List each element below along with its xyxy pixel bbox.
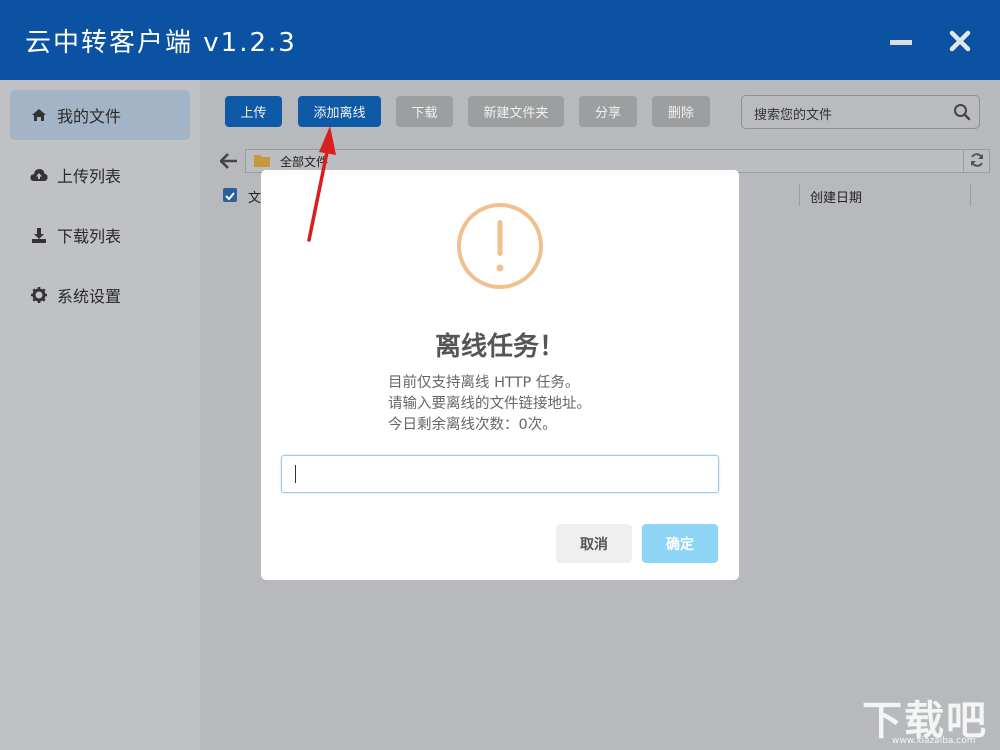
back-arrow-icon[interactable] <box>220 153 238 169</box>
dialog-message-line: 请输入要离线的文件链接地址。 <box>388 396 591 412</box>
title-bar: 云中转客户端 v1.2.3 <box>0 0 1000 80</box>
upload-button[interactable]: 上传 <box>225 96 282 127</box>
sidebar: 我的文件 上传列表 下载列表 系统设置 <box>0 80 200 750</box>
app-title: 云中转客户端 v1.2.3 <box>25 28 297 58</box>
sidebar-item-settings[interactable]: 系统设置 <box>10 270 190 320</box>
text-caret <box>295 465 296 483</box>
sidebar-item-label: 上传列表 <box>57 167 122 186</box>
refresh-icon <box>971 153 983 167</box>
cancel-button[interactable]: 取消 <box>556 524 632 563</box>
sidebar-item-upload-list[interactable]: 上传列表 <box>10 150 190 200</box>
sidebar-item-my-files[interactable]: 我的文件 <box>10 90 190 140</box>
dialog-message: 目前仅支持离线 HTTP 任务。 请输入要离线的文件链接地址。 今日剩余离线次数… <box>388 373 591 436</box>
warning-icon <box>457 203 543 289</box>
search-input[interactable]: 搜索您的文件 <box>741 95 980 129</box>
search-placeholder: 搜索您的文件 <box>754 108 833 123</box>
watermark-logo: 下载吧 www.xiazaiba.com <box>862 688 996 748</box>
new-folder-button[interactable]: 新建文件夹 <box>468 96 564 127</box>
cloud-upload-icon <box>30 166 48 184</box>
gear-icon <box>30 286 48 304</box>
offline-task-dialog: 离线任务！ 目前仅支持离线 HTTP 任务。 请输入要离线的文件链接地址。 今日… <box>261 170 739 580</box>
minimize-button[interactable] <box>886 26 916 56</box>
add-offline-button[interactable]: 添加离线 <box>298 96 381 127</box>
sidebar-item-label: 下载列表 <box>57 227 122 246</box>
download-button[interactable]: 下载 <box>396 96 453 127</box>
offline-link-input[interactable] <box>281 455 719 493</box>
sidebar-item-label: 系统设置 <box>57 287 122 306</box>
download-icon <box>30 226 48 244</box>
close-button[interactable] <box>945 26 975 56</box>
search-icon[interactable] <box>953 103 971 121</box>
close-icon <box>949 30 971 52</box>
delete-button[interactable]: 删除 <box>652 96 710 127</box>
column-header-created-date[interactable]: 创建日期 <box>810 187 862 206</box>
check-icon <box>225 192 235 201</box>
share-button[interactable]: 分享 <box>579 96 637 127</box>
home-icon <box>30 106 48 124</box>
confirm-button[interactable]: 确定 <box>642 524 718 563</box>
dialog-title: 离线任务！ <box>434 332 565 362</box>
column-header-name[interactable]: 文 <box>248 187 261 206</box>
select-all-checkbox[interactable] <box>223 188 237 202</box>
dialog-message-line: 目前仅支持离线 HTTP 任务。 <box>388 375 580 391</box>
folder-icon <box>254 155 270 167</box>
sidebar-item-download-list[interactable]: 下载列表 <box>10 210 190 260</box>
column-divider <box>799 184 800 206</box>
breadcrumb-current[interactable]: 全部文件 <box>280 153 328 170</box>
watermark-url: www.xiazaiba.com <box>892 736 976 746</box>
sidebar-item-label: 我的文件 <box>57 107 122 126</box>
column-divider <box>970 184 971 206</box>
refresh-button[interactable] <box>963 149 989 173</box>
dialog-message-line: 今日剩余离线次数：0次。 <box>388 417 557 433</box>
